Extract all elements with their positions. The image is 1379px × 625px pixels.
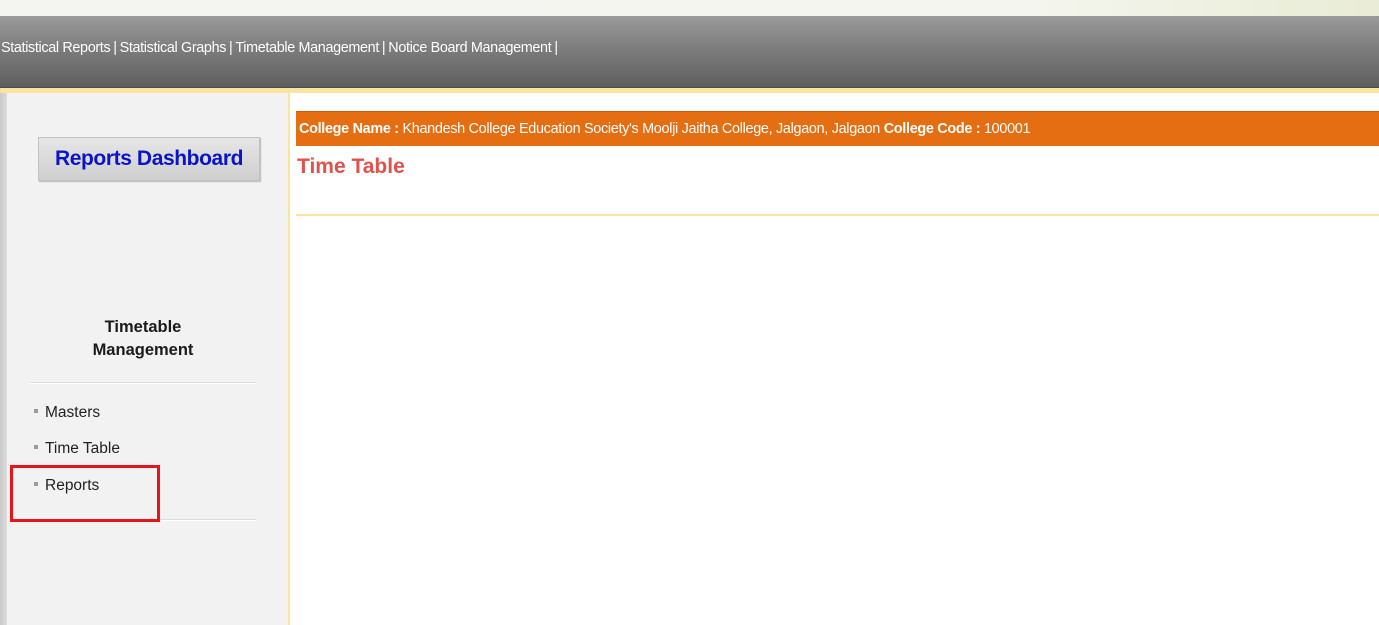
nav-links: Statistical Reports | Statistical Graphs | T… <box>1 40 561 56</box>
bullet-icon <box>34 444 38 449</box>
sidebar-section-title-line2: Management <box>92 341 194 359</box>
college-code-label: College Code : <box>883 121 981 137</box>
sidebar-item-time-table[interactable]: Time Table <box>34 440 120 458</box>
reports-dashboard-button[interactable]: Reports Dashboard <box>38 137 260 181</box>
college-code-value: 100001 <box>983 121 1031 137</box>
top-strip <box>0 0 1379 16</box>
sidebar-divider-top <box>30 382 256 384</box>
college-name-label: College Name : <box>299 121 399 137</box>
nav-notice-board-management[interactable]: Notice Board Management <box>388 40 551 56</box>
reports-highlight-box <box>10 465 160 522</box>
nav-timetable-management[interactable]: Timetable Management <box>235 40 379 56</box>
nav-statistical-graphs[interactable]: Statistical Graphs <box>120 40 227 56</box>
sidebar-left-edge <box>0 93 7 625</box>
bullet-icon <box>34 408 38 413</box>
sidebar-border <box>288 93 290 625</box>
page-title: Time Table <box>297 155 405 178</box>
content-divider <box>296 214 1379 216</box>
nav-separator: | <box>229 40 233 56</box>
nav-separator: | <box>381 40 386 56</box>
sidebar-item-label: Time Table <box>45 440 120 457</box>
nav-separator: | <box>554 40 558 56</box>
sidebar-item-masters[interactable]: Masters <box>34 404 100 422</box>
sidebar-section-title-line1: Timetable <box>104 318 182 336</box>
reports-dashboard-label: Reports Dashboard <box>54 147 244 170</box>
sidebar-section-title: Timetable Management <box>30 316 256 362</box>
college-name-value: Khandesh College Education Society's Moo… <box>402 121 881 137</box>
nav-statistical-reports[interactable]: Statistical Reports <box>1 40 111 56</box>
college-info-banner: College Name : Khandesh College Educatio… <box>296 111 1379 146</box>
top-navigation-bar: Statistical Reports | Statistical Graphs | T… <box>0 16 1379 88</box>
sidebar-item-label: Masters <box>45 404 101 421</box>
